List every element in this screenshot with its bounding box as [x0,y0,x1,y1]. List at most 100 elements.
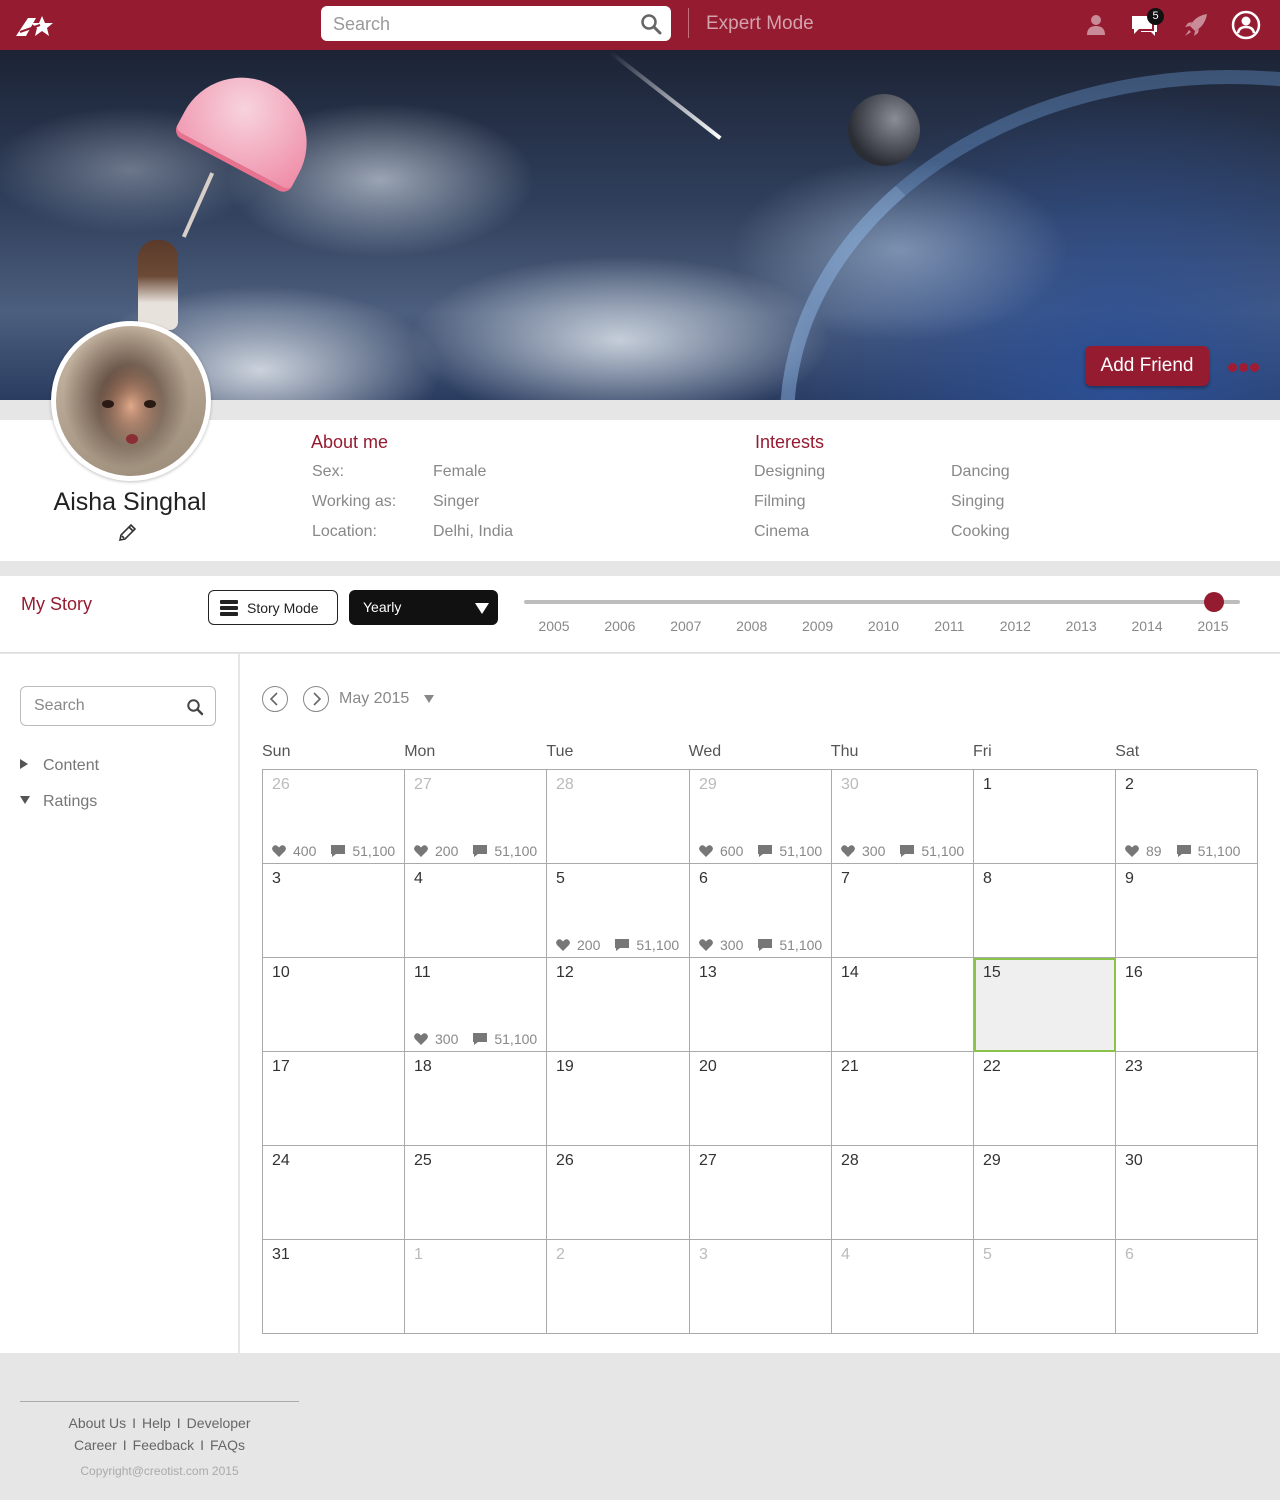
calendar-day[interactable]: 28 [832,1146,974,1240]
calendar-day[interactable]: 13 [690,958,832,1052]
add-friend-button[interactable]: Add Friend [1085,346,1209,386]
calendar-day[interactable]: 22 [974,1052,1116,1146]
sidebar-search-input[interactable]: Search [20,686,216,726]
prev-month-button[interactable] [262,686,288,712]
day-number: 6 [1125,1246,1134,1263]
search-icon[interactable] [640,13,662,35]
day-number: 25 [414,1152,432,1169]
calendar-day[interactable]: 27 200 51,100 [405,770,547,864]
footer-link-about[interactable]: About Us [69,1415,127,1431]
calendar-day[interactable]: 7 [832,864,974,958]
calendar-day[interactable]: 6 300 51,100 [690,864,832,958]
year-label[interactable]: 2007 [656,618,716,634]
interest-item: Dancing [951,463,1010,480]
calendar-day[interactable]: 10 [263,958,405,1052]
calendar-day[interactable]: 1 [405,1240,547,1334]
tree-item-ratings[interactable]: Ratings [20,793,97,811]
calendar-day[interactable]: 29 [974,1146,1116,1240]
rocket-icon[interactable] [1181,10,1211,40]
more-options-icon[interactable] [1228,359,1262,372]
calendar-day[interactable]: 5 [974,1240,1116,1334]
calendar-day[interactable]: 2 89 51,100 [1116,770,1258,864]
footer-link-faqs[interactable]: FAQs [210,1437,245,1453]
month-selector[interactable]: May 2015 [339,690,409,708]
logo-icon[interactable] [14,12,58,38]
person-icon[interactable] [1081,10,1111,40]
search-icon[interactable] [186,698,204,716]
expand-arrow-icon[interactable] [20,759,28,769]
day-number: 14 [841,964,859,981]
calendar-day[interactable]: 6 [1116,1240,1258,1334]
avatar[interactable] [51,321,211,481]
footer-link-developer[interactable]: Developer [187,1415,251,1431]
next-month-button[interactable] [303,686,329,712]
year-label[interactable]: 2010 [854,618,914,634]
year-label[interactable]: 2006 [590,618,650,634]
likes-count: 600 [720,843,744,859]
calendar-day[interactable]: 3 [690,1240,832,1334]
calendar-day[interactable]: 26 [547,1146,690,1240]
year-label[interactable]: 2005 [524,618,584,634]
weekday-label: Wed [688,743,722,760]
search-placeholder: Search [333,14,391,34]
year-label[interactable]: 2015 [1183,618,1243,634]
month-dropdown-icon[interactable] [424,695,434,703]
calendar-day[interactable]: 5 200 51,100 [547,864,690,958]
calendar-day[interactable]: 20 [690,1052,832,1146]
calendar-day[interactable]: 4 [832,1240,974,1334]
calendar-day[interactable]: 4 [405,864,547,958]
calendar-day[interactable]: 30 300 51,100 [832,770,974,864]
search-input[interactable]: Search [321,6,671,41]
calendar-day[interactable]: 14 [832,958,974,1052]
calendar-day[interactable]: 19 [547,1052,690,1146]
calendar-day[interactable]: 8 [974,864,1116,958]
calendar-day[interactable]: 26 400 51,100 [263,770,405,864]
edit-pencil-icon[interactable] [116,522,138,544]
about-value: Female [433,463,487,480]
footer-link-feedback[interactable]: Feedback [133,1437,194,1453]
year-label[interactable]: 2014 [1117,618,1177,634]
calendar-day[interactable]: 23 [1116,1052,1258,1146]
calendar-day[interactable]: 21 [832,1052,974,1146]
calendar-day[interactable]: 30 [1116,1146,1258,1240]
story-mode-button[interactable]: Story Mode [208,590,338,625]
calendar-day[interactable]: 18 [405,1052,547,1146]
calendar-day[interactable]: 11 300 51,100 [405,958,547,1052]
year-label[interactable]: 2011 [919,618,979,634]
calendar-day[interactable]: 25 [405,1146,547,1240]
account-icon[interactable] [1231,10,1261,40]
avatar-photo [56,326,206,476]
day-number: 7 [841,870,850,887]
calendar-day[interactable]: 27 [690,1146,832,1240]
day-number: 23 [1125,1058,1143,1075]
calendar-day[interactable]: 29 600 51,100 [690,770,832,864]
day-number: 17 [272,1058,290,1075]
year-label[interactable]: 2013 [1051,618,1111,634]
footer-link-help[interactable]: Help [142,1415,171,1431]
year-slider-track[interactable] [524,600,1240,604]
collapse-arrow-icon[interactable] [20,796,30,804]
calendar-day[interactable]: 17 [263,1052,405,1146]
footer-link-career[interactable]: Career [74,1437,117,1453]
calendar-day[interactable]: 31 [263,1240,405,1334]
weekday-label: Tue [546,743,574,760]
calendar-day[interactable]: 28 [547,770,690,864]
calendar-day[interactable]: 24 [263,1146,405,1240]
year-label[interactable]: 2008 [722,618,782,634]
expert-mode-link[interactable]: Expert Mode [706,13,814,35]
period-select[interactable]: Yearly [349,590,498,625]
calendar-day[interactable]: 3 [263,864,405,958]
tree-item-content[interactable]: Content [20,757,99,775]
weekday-label: Mon [404,743,436,760]
calendar-day-today[interactable]: 15 [974,958,1116,1052]
year-label[interactable]: 2012 [985,618,1045,634]
girl-figure [138,240,178,330]
calendar-day[interactable]: 16 [1116,958,1258,1052]
calendar-day[interactable]: 1 [974,770,1116,864]
calendar-day[interactable]: 9 [1116,864,1258,958]
year-slider-thumb[interactable] [1204,592,1224,612]
day-number: 2 [556,1246,565,1263]
year-label[interactable]: 2009 [788,618,848,634]
calendar-day[interactable]: 2 [547,1240,690,1334]
calendar-day[interactable]: 12 [547,958,690,1052]
